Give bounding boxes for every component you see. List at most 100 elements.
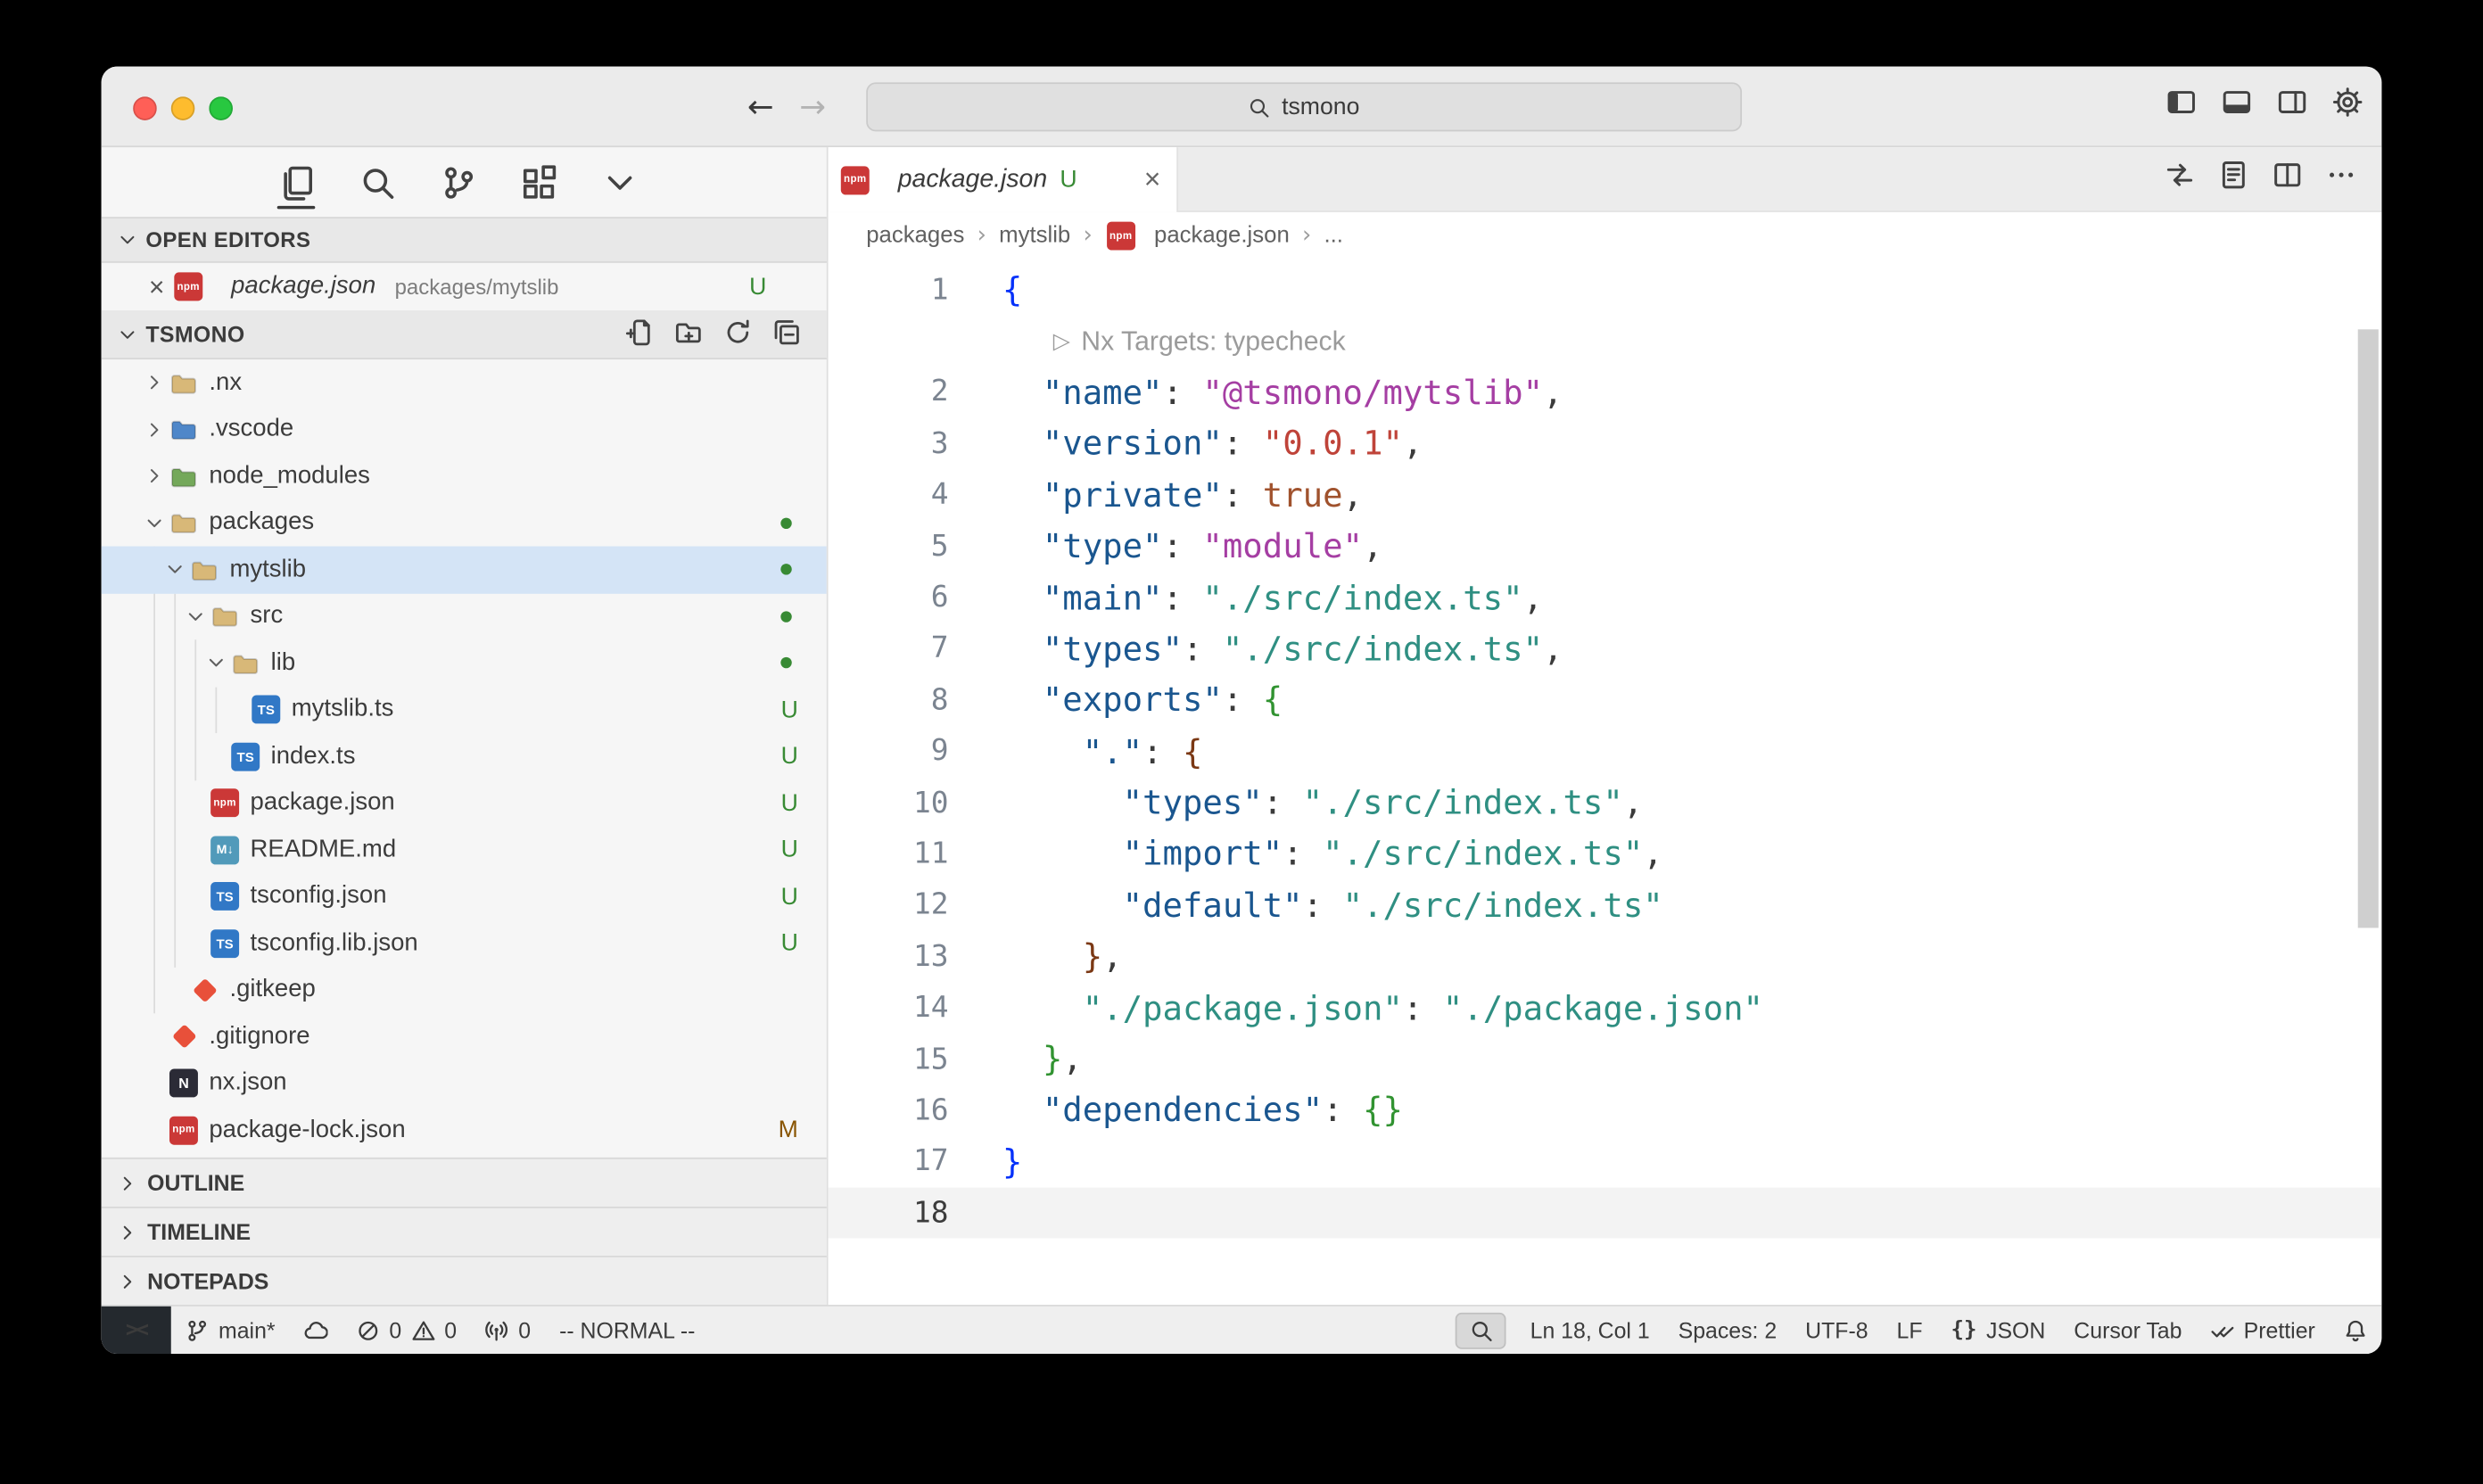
tab-package-json[interactable]: npm package.json U × <box>829 147 1178 212</box>
status-formatter[interactable]: Prettier <box>2196 1307 2329 1354</box>
zoom-button[interactable] <box>209 95 233 120</box>
code-line-6[interactable]: 6 "main": "./src/index.ts", <box>829 573 2382 624</box>
collapse-folders-button[interactable] <box>772 317 801 350</box>
code-line-7[interactable]: 7 "types": "./src/index.ts", <box>829 623 2382 675</box>
more-actions-icon[interactable] <box>2326 160 2356 198</box>
tree-item-package-lock-json[interactable]: npmpackage-lock.jsonM <box>102 1107 827 1153</box>
tree-item-mytslib-ts[interactable]: TSmytslib.tsU <box>102 687 827 733</box>
chevron-right-icon[interactable] <box>139 419 168 440</box>
code-line-16[interactable]: 16 "dependencies": {} <box>829 1085 2382 1137</box>
tree-item-label: tsconfig.lib.json <box>251 929 418 958</box>
breadcrumb-item-package-json[interactable]: npmpackage.json <box>1105 222 1290 251</box>
toggle-secondary-sidebar-button[interactable] <box>2277 87 2307 126</box>
code-line-17[interactable]: 17} <box>829 1136 2382 1188</box>
code-line-10[interactable]: 10 "types": "./src/index.ts", <box>829 778 2382 829</box>
close-button[interactable] <box>133 95 157 120</box>
activity-search[interactable] <box>356 153 397 210</box>
breadcrumb-item-mytslib[interactable]: mytslib <box>999 223 1070 248</box>
status-language-mode[interactable]: {}JSON <box>1937 1307 2060 1354</box>
code-line-14[interactable]: 14 "./package.json": "./package.json" <box>829 983 2382 1035</box>
chevron-down-icon[interactable] <box>180 606 209 627</box>
tree-item--gitignore[interactable]: .gitignore <box>102 1013 827 1059</box>
status-publish-changes[interactable] <box>290 1307 342 1354</box>
toggle-primary-sidebar-button[interactable] <box>2166 87 2197 126</box>
activity-extensions[interactable] <box>518 153 559 210</box>
settings-button[interactable] <box>2332 87 2363 126</box>
code-line-12[interactable]: 12 "default": "./src/index.ts" <box>829 880 2382 932</box>
status-encoding[interactable]: UTF-8 <box>1791 1307 1882 1354</box>
status-cursor-tab[interactable]: Cursor Tab <box>2059 1307 2196 1354</box>
open-changes-icon[interactable] <box>2218 160 2248 198</box>
breadcrumb-item--[interactable]: ... <box>1324 223 1342 248</box>
open-editors-header[interactable]: OPEN EDITORS <box>102 217 827 262</box>
tree-item-lib[interactable]: lib <box>102 639 827 686</box>
section-notepads[interactable]: NOTEPADS <box>102 1256 827 1305</box>
split-editor-icon[interactable] <box>2273 160 2303 198</box>
forward-icon[interactable]: → <box>799 87 826 126</box>
status-remote-indicator[interactable]: >< <box>102 1307 171 1354</box>
close-tab-icon[interactable]: × <box>1144 163 1161 196</box>
code-line-15[interactable]: 15 }, <box>829 1034 2382 1085</box>
tree-item-src[interactable]: src <box>102 593 827 639</box>
minimize-button[interactable] <box>171 95 195 120</box>
new-file-button[interactable] <box>625 317 654 350</box>
tree-item-mytslib[interactable]: mytslib <box>102 547 827 593</box>
tree-item-node-modules[interactable]: node_modules <box>102 453 827 499</box>
compare-changes-icon[interactable] <box>2165 160 2195 198</box>
activity-additional-views[interactable] <box>598 153 639 210</box>
tree-item-readme-md[interactable]: M↓README.mdU <box>102 827 827 873</box>
code-line-8[interactable]: 8 "exports": { <box>829 675 2382 727</box>
codelens[interactable]: ▷Nx Targets: typecheck <box>829 316 2382 367</box>
code-line-9[interactable]: 9 ".": { <box>829 726 2382 778</box>
chevron-down-icon[interactable] <box>160 559 188 580</box>
new-folder-button[interactable] <box>674 317 703 350</box>
code-line-11[interactable]: 11 "import": "./src/index.ts", <box>829 829 2382 880</box>
activity-explorer[interactable] <box>276 153 317 210</box>
chevron-right-icon[interactable] <box>139 373 168 393</box>
code-line-4[interactable]: 4 "private": true, <box>829 470 2382 522</box>
tree-item-packages[interactable]: packages <box>102 499 827 546</box>
toggle-panel-button[interactable] <box>2222 87 2252 126</box>
activity-source-control[interactable] <box>437 153 478 210</box>
close-editor-icon[interactable]: × <box>149 273 165 300</box>
scrollbar[interactable] <box>2358 329 2379 928</box>
tree-item-tsconfig-json[interactable]: TStsconfig.jsonU <box>102 873 827 919</box>
chevron-down-icon[interactable] <box>201 653 229 673</box>
status-eol[interactable]: LF <box>1883 1307 1937 1354</box>
status-screencast-zoom[interactable] <box>1456 1312 1506 1348</box>
breadcrumb-item-packages[interactable]: packages <box>866 223 964 248</box>
code-line-3[interactable]: 3 "version": "0.0.1", <box>829 418 2382 470</box>
explorer-header[interactable]: TSMONO <box>102 310 827 359</box>
code-line-13[interactable]: 13 }, <box>829 931 2382 983</box>
git-changes-dot <box>780 517 791 528</box>
chevron-down-icon[interactable] <box>139 513 168 533</box>
tree-item-tsconfig-lib-json[interactable]: TStsconfig.lib.jsonU <box>102 920 827 967</box>
section-outline[interactable]: OUTLINE <box>102 1158 827 1207</box>
status-problems[interactable]: 00 <box>342 1307 471 1354</box>
status-indentation[interactable]: Spaces: 2 <box>1664 1307 1792 1354</box>
tree-item--vscode[interactable]: .vscode <box>102 406 827 452</box>
tree-item--gitkeep[interactable]: .gitkeep <box>102 967 827 1013</box>
status-ports[interactable]: 0 <box>471 1307 545 1354</box>
status-cursor-position[interactable]: Ln 18, Col 1 <box>1516 1307 1664 1354</box>
code-line-18[interactable]: 18 <box>829 1188 2382 1240</box>
status-notifications[interactable] <box>2330 1307 2382 1354</box>
more-icon <box>2326 160 2356 190</box>
command-center-search[interactable]: tsmono <box>866 82 1742 131</box>
back-icon[interactable]: ← <box>747 87 774 126</box>
vscode-window: ← → tsmono OPEN EDITORS × npm package.js <box>102 67 2382 1354</box>
code-line-2[interactable]: 2 "name": "@tsmono/mytslib", <box>829 367 2382 419</box>
chevron-right-icon[interactable] <box>139 466 168 486</box>
status-git-branch[interactable]: main* <box>171 1307 290 1354</box>
code-editor[interactable]: 1{▷Nx Targets: typecheck2 "name": "@tsmo… <box>829 260 2382 1305</box>
tree-item-nx-json[interactable]: Nnx.json <box>102 1060 827 1107</box>
tree-item--nx[interactable]: .nx <box>102 359 827 406</box>
status-vim-mode[interactable]: -- NORMAL -- <box>545 1307 709 1354</box>
section-timeline[interactable]: TIMELINE <box>102 1207 827 1256</box>
code-line-1[interactable]: 1{ <box>829 265 2382 317</box>
tree-item-index-ts[interactable]: TSindex.tsU <box>102 733 827 779</box>
tree-item-package-json[interactable]: npmpackage.jsonU <box>102 779 827 826</box>
code-line-5[interactable]: 5 "type": "module", <box>829 521 2382 573</box>
refresh-explorer-button[interactable] <box>723 317 752 350</box>
open-editor-item[interactable]: × npm package.json packages/mytslib U <box>102 263 827 310</box>
